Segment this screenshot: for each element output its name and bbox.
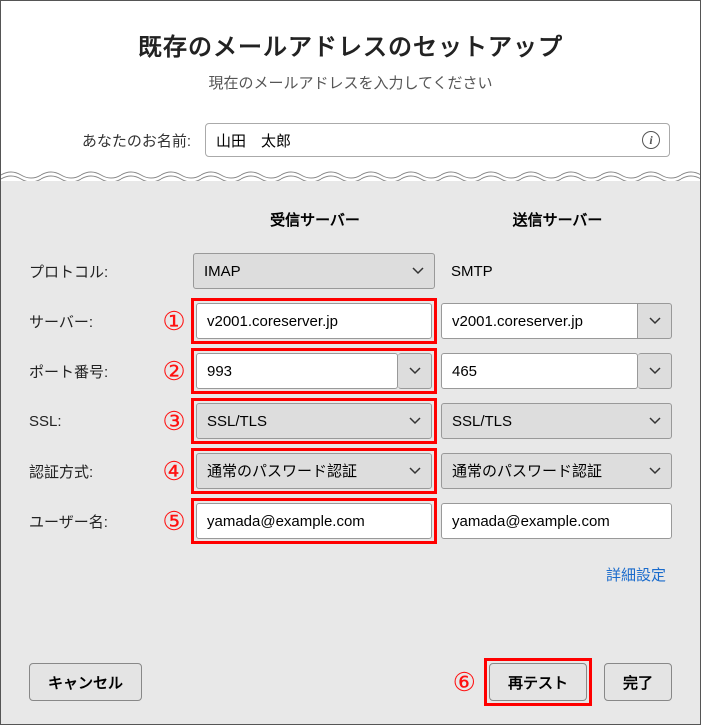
- setup-dialog: 既存のメールアドレスのセットアップ 現在のメールアドレスを入力してください あな…: [1, 1, 700, 724]
- auth-outgoing-select[interactable]: 通常のパスワード認証: [441, 453, 672, 489]
- server-outgoing-input[interactable]: [441, 303, 638, 339]
- user-incoming-input[interactable]: [196, 503, 432, 539]
- name-row: あなたのお名前: i: [1, 113, 700, 169]
- label-ssl: SSL:: [29, 413, 157, 430]
- server-incoming-input[interactable]: [196, 303, 432, 339]
- label-protocol: プロトコル:: [29, 261, 157, 282]
- callout-1: ①: [157, 308, 191, 334]
- dialog-header: 既存のメールアドレスのセットアップ 現在のメールアドレスを入力してください: [1, 1, 700, 113]
- divider-wave: [1, 169, 700, 181]
- callout-4: ④: [157, 458, 191, 484]
- row-server: サーバー: ①: [29, 296, 672, 346]
- done-button[interactable]: 完了: [604, 663, 672, 701]
- label-user: ユーザー名:: [29, 511, 157, 532]
- callout-3: ③: [157, 408, 191, 434]
- dialog-subtitle: 現在のメールアドレスを入力してください: [21, 72, 680, 93]
- port-outgoing-input[interactable]: [441, 353, 638, 389]
- name-label: あなたのお名前:: [31, 130, 191, 151]
- info-icon[interactable]: i: [642, 131, 660, 149]
- dialog-title: 既存のメールアドレスのセットアップ: [21, 27, 680, 62]
- ssl-outgoing-select[interactable]: SSL/TLS: [441, 403, 672, 439]
- server-outgoing-dropdown[interactable]: [638, 303, 672, 339]
- protocol-outgoing-text: SMTP: [441, 253, 672, 289]
- advanced-settings-link[interactable]: 詳細設定: [606, 567, 666, 584]
- dialog-footer: キャンセル ⑥ 再テスト 完了: [29, 634, 672, 706]
- row-auth: 認証方式: ④ 通常のパスワード認証 通常のパスワード認証: [29, 446, 672, 496]
- header-outgoing: 送信サーバー: [443, 209, 672, 230]
- callout-6: ⑥: [453, 667, 476, 698]
- label-server: サーバー:: [29, 311, 157, 332]
- label-port: ポート番号:: [29, 361, 157, 382]
- port-outgoing-dropdown[interactable]: [638, 353, 672, 389]
- header-incoming: 受信サーバー: [191, 209, 439, 230]
- row-user: ユーザー名: ⑤: [29, 496, 672, 546]
- auth-incoming-select[interactable]: 通常のパスワード認証: [196, 453, 432, 489]
- port-incoming-input[interactable]: [196, 353, 398, 389]
- name-input[interactable]: [205, 123, 670, 157]
- user-outgoing-input[interactable]: [441, 503, 672, 539]
- callout-2: ②: [157, 358, 191, 384]
- port-incoming-dropdown[interactable]: [398, 353, 432, 389]
- row-ssl: SSL: ③ SSL/TLS SSL/TLS: [29, 396, 672, 446]
- ssl-incoming-select[interactable]: SSL/TLS: [196, 403, 432, 439]
- row-protocol: プロトコル: IMAP SMTP: [29, 246, 672, 296]
- label-auth: 認証方式:: [29, 461, 157, 482]
- cancel-button[interactable]: キャンセル: [29, 663, 142, 701]
- protocol-incoming-select[interactable]: IMAP: [193, 253, 435, 289]
- callout-5: ⑤: [157, 508, 191, 534]
- row-port: ポート番号: ②: [29, 346, 672, 396]
- retest-button[interactable]: 再テスト: [489, 663, 587, 701]
- server-settings-panel: 受信サーバー 送信サーバー プロトコル: IMAP SMTP サーバー: ①: [1, 181, 700, 724]
- column-headers: 受信サーバー 送信サーバー: [29, 209, 672, 230]
